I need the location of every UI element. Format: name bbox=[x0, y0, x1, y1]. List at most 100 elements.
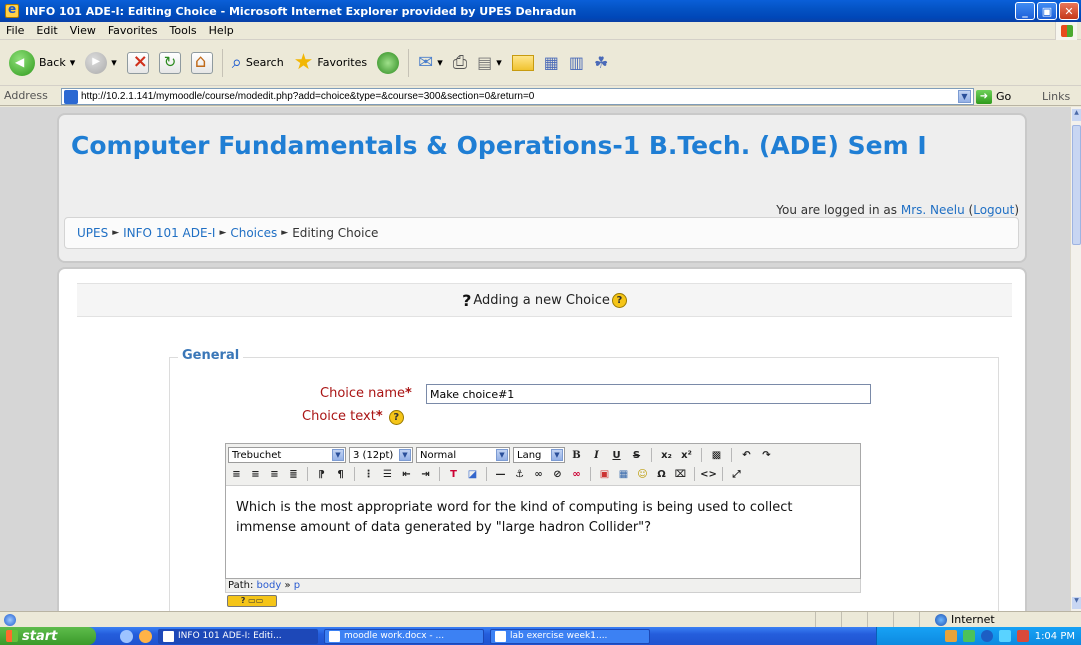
ie-quicklaunch-icon[interactable] bbox=[120, 629, 133, 643]
align-center-icon[interactable]: ≡ bbox=[247, 466, 264, 482]
editor-help-icon[interactable]: ? ▭▭ bbox=[227, 595, 277, 607]
stop-button[interactable] bbox=[124, 48, 152, 78]
redo-icon[interactable]: ↷ bbox=[758, 447, 775, 463]
underline-icon[interactable]: U bbox=[608, 447, 625, 463]
search-button[interactable]: ⌕ Search bbox=[229, 48, 287, 78]
lang-select[interactable]: Lang ▼ bbox=[513, 447, 565, 463]
research-button[interactable]: ▦ bbox=[541, 48, 562, 78]
user-profile-link[interactable]: Mrs. Neelu bbox=[901, 203, 965, 217]
ltr-icon[interactable]: ⁋ bbox=[313, 466, 330, 482]
history-button[interactable] bbox=[374, 48, 402, 78]
menu-edit[interactable]: Edit bbox=[30, 24, 63, 37]
italic-icon[interactable]: I bbox=[588, 447, 605, 463]
forward-button[interactable]: ▾ bbox=[82, 48, 120, 78]
task-lab-exercise[interactable]: lab exercise week1.... bbox=[490, 628, 650, 644]
links-button[interactable]: Links bbox=[1042, 90, 1070, 103]
ordered-list-icon[interactable]: ⋮ bbox=[360, 466, 377, 482]
anchor-icon[interactable]: ⚓ bbox=[511, 466, 528, 482]
bold-icon[interactable]: B bbox=[568, 447, 585, 463]
clean-word-icon[interactable]: ▩ bbox=[708, 447, 725, 463]
editor-content[interactable]: Which is the most appropriate word for t… bbox=[236, 498, 836, 538]
breadcrumb-upes[interactable]: UPES bbox=[77, 226, 108, 240]
insert-image-icon[interactable]: ▣ bbox=[596, 466, 613, 482]
tray-alert-icon[interactable] bbox=[1016, 630, 1029, 642]
address-url[interactable]: http://10.2.1.141/mymoodle/course/modedi… bbox=[81, 91, 534, 102]
indent-icon[interactable]: ⇥ bbox=[417, 466, 434, 482]
superscript-icon[interactable]: x² bbox=[678, 447, 695, 463]
start-button[interactable]: start bbox=[0, 627, 96, 645]
fieldset-legend[interactable]: General bbox=[178, 348, 244, 363]
mail-button[interactable]: ✉ ▾ bbox=[415, 48, 446, 78]
chevron-down-icon[interactable]: ▾ bbox=[437, 56, 443, 69]
clock[interactable]: 1:04 PM bbox=[1035, 631, 1075, 642]
tray-volume-icon[interactable] bbox=[998, 630, 1011, 642]
undo-icon[interactable]: ↶ bbox=[738, 447, 755, 463]
menu-view[interactable]: View bbox=[64, 24, 102, 37]
tray-network-icon[interactable] bbox=[944, 630, 957, 642]
chevron-down-icon[interactable]: ▾ bbox=[111, 56, 117, 69]
text-color-icon[interactable]: T bbox=[445, 466, 462, 482]
back-button[interactable]: Back ▾ bbox=[6, 48, 78, 78]
path-p-link[interactable]: p bbox=[294, 580, 300, 591]
font-family-select[interactable]: Trebuchet ▼ bbox=[228, 447, 346, 463]
horizontal-rule-icon[interactable]: — bbox=[492, 466, 509, 482]
chevron-down-icon[interactable]: ▾ bbox=[70, 56, 76, 69]
search-replace-icon[interactable]: ⌧ bbox=[672, 466, 689, 482]
subscript-icon[interactable]: x₂ bbox=[658, 447, 675, 463]
media-quicklaunch-icon[interactable] bbox=[139, 629, 152, 643]
chevron-down-icon[interactable]: ▾ bbox=[496, 56, 502, 69]
chevron-down-icon[interactable]: ▼ bbox=[958, 90, 971, 103]
breadcrumb-course[interactable]: INFO 101 ADE-I bbox=[123, 226, 215, 240]
strikethrough-icon[interactable]: S bbox=[628, 447, 645, 463]
print-button[interactable]: ⎙ bbox=[450, 48, 470, 78]
help-icon[interactable]: ? bbox=[388, 410, 404, 425]
logout-link[interactable]: Logout bbox=[973, 203, 1014, 217]
edit-button[interactable]: ▤ ▾ bbox=[474, 48, 505, 78]
align-right-icon[interactable]: ≡ bbox=[266, 466, 283, 482]
task-ie[interactable]: INFO 101 ADE-I: Editi... bbox=[158, 628, 318, 644]
menu-file[interactable]: File bbox=[0, 24, 30, 37]
choice-name-input[interactable] bbox=[426, 384, 871, 404]
close-button[interactable]: ✕ bbox=[1059, 2, 1079, 20]
breadcrumb-choices[interactable]: Choices bbox=[230, 226, 277, 240]
unlink-icon[interactable]: ⊘ bbox=[549, 466, 566, 482]
scroll-thumb[interactable] bbox=[1072, 125, 1081, 245]
background-color-icon[interactable]: ◪ bbox=[464, 466, 481, 482]
tray-antivirus-icon[interactable] bbox=[980, 630, 993, 642]
rtl-icon[interactable]: ¶ bbox=[332, 466, 349, 482]
maximize-button[interactable]: ▣ bbox=[1037, 2, 1057, 20]
favorites-button[interactable]: ★ Favorites bbox=[291, 48, 370, 78]
outdent-icon[interactable]: ⇤ bbox=[398, 466, 415, 482]
address-input[interactable]: http://10.2.1.141/mymoodle/course/modedi… bbox=[61, 88, 974, 105]
smiley-icon[interactable]: ☺ bbox=[634, 466, 651, 482]
font-size-select[interactable]: 3 (12pt) ▼ bbox=[349, 447, 413, 463]
link-icon[interactable]: ∞ bbox=[530, 466, 547, 482]
bookmark-button[interactable]: ▥ bbox=[566, 48, 587, 78]
tray-update-icon[interactable] bbox=[962, 630, 975, 642]
html-source-icon[interactable]: <> bbox=[700, 466, 717, 482]
help-icon[interactable]: ? bbox=[611, 292, 627, 308]
scroll-down-icon[interactable]: ▼ bbox=[1072, 597, 1081, 609]
path-body-link[interactable]: body bbox=[257, 580, 282, 591]
menu-tools[interactable]: Tools bbox=[164, 24, 203, 37]
unordered-list-icon[interactable]: ☰ bbox=[379, 466, 396, 482]
nolink-icon[interactable]: ∞ bbox=[568, 466, 585, 482]
vertical-scrollbar[interactable]: ▲ ▼ bbox=[1070, 107, 1081, 611]
menu-favorites[interactable]: Favorites bbox=[102, 24, 164, 37]
task-word-doc[interactable]: moodle work.docx - ... bbox=[324, 628, 484, 644]
home-button[interactable] bbox=[188, 48, 216, 78]
fullscreen-icon[interactable]: ⤢ bbox=[728, 466, 745, 482]
insert-table-icon[interactable]: ▦ bbox=[615, 466, 632, 482]
messenger-button[interactable]: ☘ bbox=[591, 48, 611, 78]
refresh-button[interactable] bbox=[156, 48, 184, 78]
menu-help[interactable]: Help bbox=[203, 24, 240, 37]
format-select[interactable]: Normal ▼ bbox=[416, 447, 510, 463]
minimize-button[interactable]: _ bbox=[1015, 2, 1035, 20]
scroll-up-icon[interactable]: ▲ bbox=[1072, 109, 1081, 121]
go-button[interactable]: ➜ Go bbox=[976, 88, 1011, 105]
align-left-icon[interactable]: ≡ bbox=[228, 466, 245, 482]
window-titlebar[interactable]: INFO 101 ADE-I: Editing Choice - Microso… bbox=[0, 0, 1081, 22]
special-char-icon[interactable]: Ω bbox=[653, 466, 670, 482]
justify-icon[interactable]: ≣ bbox=[285, 466, 302, 482]
folder-button[interactable] bbox=[509, 48, 537, 78]
